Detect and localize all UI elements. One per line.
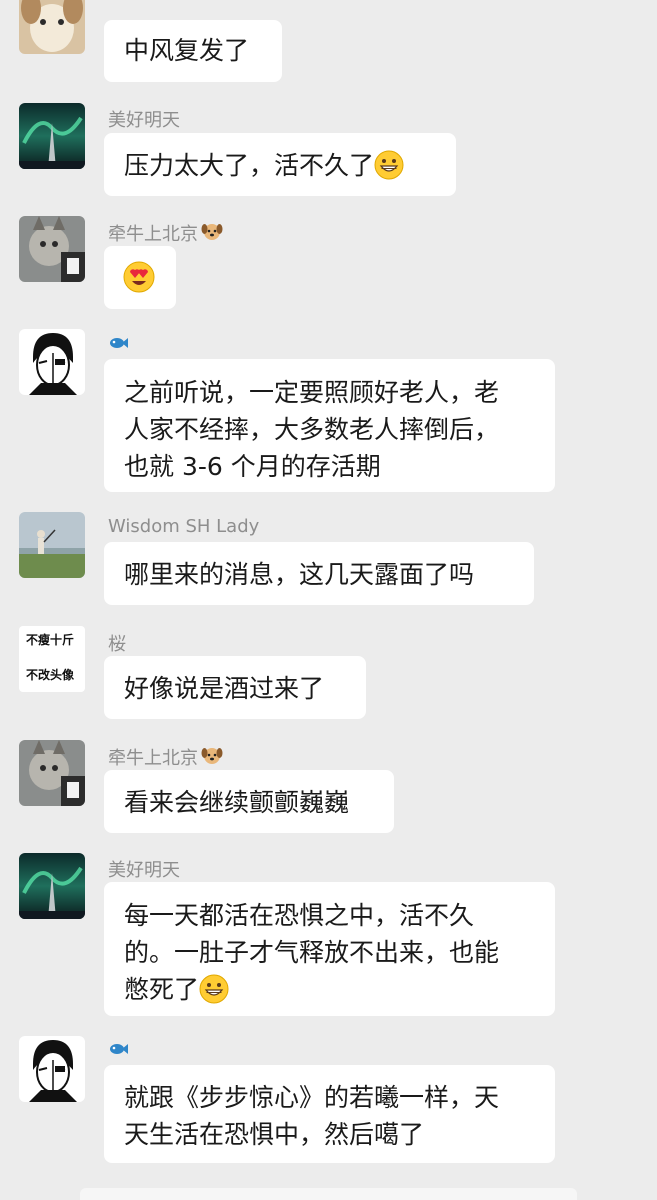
avatar-cat[interactable]: [19, 216, 85, 282]
message-text: 每一天都活在恐惧之中，活不久: [124, 901, 475, 930]
sender-name: 美好明天: [108, 856, 180, 882]
sender-name-text: 桜: [108, 634, 126, 655]
sender-name-text: 美好明天: [108, 860, 180, 881]
heart-eyes-face-emoji: [122, 261, 156, 300]
message-bubble[interactable]: 哪里来的消息，这几天露面了吗: [104, 542, 534, 605]
message-text: 就跟《步步惊心》的若曦一样，天: [124, 1083, 500, 1112]
sender-name: 桜: [108, 630, 126, 656]
message-text: 哪里来的消息，这几天露面了吗: [124, 560, 475, 589]
message-text: 的。一肚子才气释放不出来，也能: [124, 938, 500, 967]
message-text: 天生活在恐惧中，然后噶了: [124, 1120, 425, 1149]
message-bubble[interactable]: 好像说是酒过来了: [104, 656, 366, 719]
message-bubble[interactable]: 之前听说，一定要照顾好老人，老 人家不经摔，大多数老人摔倒后， 也就 3-6 个…: [104, 359, 555, 492]
fish-icon: [108, 334, 128, 355]
avatar-cat[interactable]: [19, 740, 85, 806]
sender-name: Wisdom SH Lady: [108, 516, 259, 537]
avatar-golf[interactable]: [19, 512, 85, 578]
grinning-face-emoji: [374, 150, 404, 190]
message-text-content: 压力太大了，活不久了: [124, 151, 375, 180]
next-message-edge: [80, 1188, 577, 1200]
message-bubble[interactable]: 看来会继续颤颤巍巍: [104, 770, 394, 833]
sender-name-text: Wisdom SH Lady: [108, 516, 260, 537]
dog-face-icon: [201, 221, 223, 246]
sender-name: [108, 1040, 128, 1061]
avatar-text[interactable]: 不瘦十斤 不改头像: [19, 626, 85, 692]
message-text: 压力太大了，活不久了: [124, 147, 436, 190]
message-text: 看来会继续颤颤巍巍: [124, 788, 350, 817]
message-text: 中风复发了: [124, 36, 250, 65]
message-text: 憋死了: [124, 971, 535, 1014]
grinning-face-emoji: [199, 974, 229, 1014]
avatar-aurora[interactable]: [19, 853, 85, 919]
message-text: 之前听说，一定要照顾好老人，老: [124, 378, 500, 407]
message-text: 人家不经摔，大多数老人摔倒后，: [124, 415, 500, 444]
sender-name: [108, 334, 128, 355]
avatar-text-line: 不改头像: [26, 668, 75, 682]
sender-name: 牵牛上北京: [108, 744, 223, 770]
message-bubble[interactable]: 中风复发了: [104, 20, 282, 82]
sender-name-text: 牵牛上北京: [108, 224, 198, 245]
message-text-content: 憋死了: [124, 975, 200, 1004]
avatar-mask[interactable]: [19, 1036, 85, 1102]
sender-name-text: 美好明天: [108, 110, 180, 131]
avatar-aurora[interactable]: [19, 103, 85, 169]
sender-name: 美好明天: [108, 106, 180, 132]
dog-face-icon: [201, 745, 223, 770]
message-bubble[interactable]: [104, 246, 176, 309]
message-text: 也就 3-6 个月的存活期: [124, 452, 381, 481]
sender-name-text: 牵牛上北京: [108, 748, 198, 769]
sender-name: 牵牛上北京: [108, 220, 223, 246]
message-text: 好像说是酒过来了: [124, 674, 325, 703]
message-bubble[interactable]: 就跟《步步惊心》的若曦一样，天 天生活在恐惧中，然后噶了: [104, 1065, 555, 1163]
message-bubble[interactable]: 压力太大了，活不久了: [104, 133, 456, 196]
avatar-text-line: 不瘦十斤: [26, 633, 75, 647]
avatar-dog[interactable]: [19, 0, 85, 54]
avatar-mask[interactable]: [19, 329, 85, 395]
chat-message-list[interactable]: 中风复发了 美好明天 压力太大了，活不久了 牵牛上北京 之前听说，一定要照顾好老…: [0, 0, 657, 1200]
message-bubble[interactable]: 每一天都活在恐惧之中，活不久 的。一肚子才气释放不出来，也能 憋死了: [104, 882, 555, 1016]
fish-icon: [108, 1040, 128, 1061]
